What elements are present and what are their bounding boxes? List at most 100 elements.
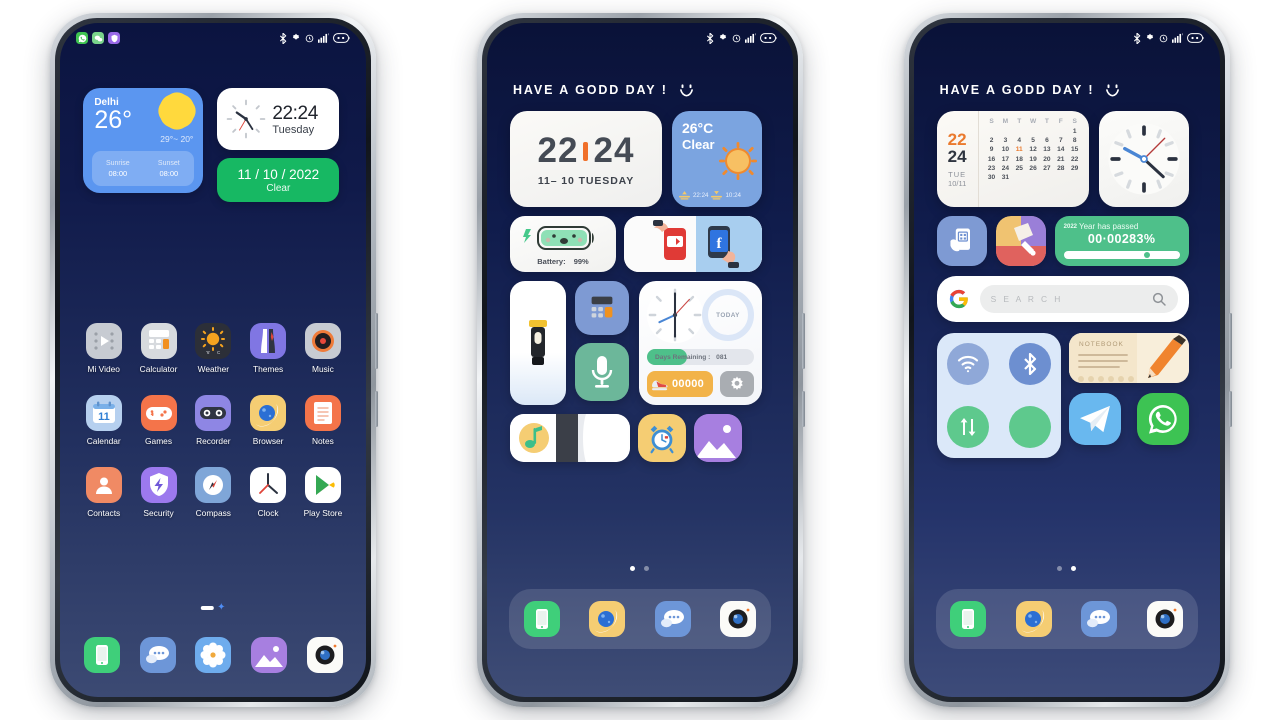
volume-button[interactable]: [375, 313, 379, 369]
calendar-day-cell[interactable]: 9: [985, 145, 999, 154]
step-counter[interactable]: 00000: [646, 371, 713, 397]
phone-manager-icon[interactable]: [84, 637, 121, 673]
calendar-day-cell[interactable]: 22: [1068, 155, 1082, 164]
themes-widget[interactable]: [995, 216, 1046, 266]
app-games[interactable]: Games: [131, 395, 186, 446]
home-drag-handle[interactable]: ✦: [201, 603, 226, 613]
camera-icon[interactable]: [720, 601, 757, 637]
date-widget[interactable]: 11 / 10 / 2022 Clear: [217, 158, 340, 202]
app-contacts[interactable]: Contacts: [76, 467, 131, 518]
calendar-day-cell[interactable]: 3: [998, 136, 1012, 145]
calendar-day-cell[interactable]: 10: [998, 145, 1012, 154]
social-shortcut-widget[interactable]: f: [623, 216, 762, 272]
calendar-day-cell[interactable]: 28: [1054, 164, 1068, 173]
page-indicator[interactable]: [914, 566, 1220, 571]
calendar-day-cell[interactable]: 16: [985, 155, 999, 164]
calendar-day-cell[interactable]: 23: [985, 164, 999, 173]
calendar-day-cell[interactable]: 26: [1026, 164, 1040, 173]
scanner-widget[interactable]: [936, 216, 987, 266]
app-play-store[interactable]: Play Store: [296, 467, 351, 518]
calendar-day-cell[interactable]: 4: [1012, 136, 1026, 145]
year-progress-track[interactable]: [1063, 251, 1180, 259]
camera-icon[interactable]: [306, 637, 343, 673]
app-mi-video[interactable]: Mi Video: [76, 323, 131, 374]
app-music[interactable]: Music: [296, 323, 351, 374]
music-widget[interactable]: [509, 414, 630, 462]
page-dot[interactable]: [630, 566, 636, 571]
calendar-day-cell[interactable]: 29: [1068, 164, 1082, 173]
clock-widget[interactable]: [1098, 111, 1189, 207]
calendar-day-cell[interactable]: 25: [1012, 164, 1026, 173]
calendar-day-cell[interactable]: 1: [1068, 127, 1082, 136]
calendar-day-cell[interactable]: 20: [1040, 155, 1054, 164]
calendar-day-cell[interactable]: 24: [998, 164, 1012, 173]
calendar-day-cell[interactable]: 5: [1026, 136, 1040, 145]
messages-icon[interactable]: [1081, 601, 1118, 637]
wifi-icon[interactable]: [946, 343, 989, 386]
page-dot[interactable]: [644, 566, 650, 571]
calendar-widget[interactable]: 22 24 TUE 10/11 SMTWTFS 1 2 3 4 5 6 7 8 9 10 11 12 1…: [936, 111, 1089, 207]
browser-icon[interactable]: [589, 601, 626, 637]
settings-icon[interactable]: [195, 637, 232, 673]
messages-icon[interactable]: [654, 601, 691, 637]
volume-button[interactable]: [1228, 313, 1232, 369]
calendar-day-cell[interactable]: 15: [1068, 145, 1082, 154]
gallery-widget[interactable]: [693, 414, 742, 462]
calendar-day-cell[interactable]: 7: [1054, 136, 1068, 145]
year-progress-knob[interactable]: [1144, 252, 1151, 258]
phone-manager-icon[interactable]: [523, 601, 560, 637]
calendar-day-cell[interactable]: 8: [1068, 136, 1082, 145]
app-compass[interactable]: Compass: [186, 467, 241, 518]
clock-widget[interactable]: 22:24 Tuesday: [217, 88, 340, 150]
calendar-day-cell[interactable]: 13: [1040, 145, 1054, 154]
notes-widget[interactable]: NOTEBOOK: [1068, 333, 1189, 383]
weather-widget[interactable]: Delhi 26° 29°~ 20° Sunrise 08:00 Sunset …: [83, 86, 204, 193]
app-calculator[interactable]: Calculator: [131, 323, 186, 374]
app-recorder[interactable]: Recorder: [186, 395, 241, 446]
page-dot[interactable]: [1057, 566, 1063, 571]
multi-widget-panel[interactable]: TODAY Days Remaining : 081 00000: [638, 281, 762, 405]
gallery-icon[interactable]: [250, 637, 287, 673]
app-security[interactable]: Security: [131, 467, 186, 518]
calendar-day-cell[interactable]: 6: [1040, 136, 1054, 145]
weather-widget[interactable]: 26°C Clear 22:24 10:24: [671, 111, 762, 207]
calendar-day-cell[interactable]: 30: [985, 173, 999, 182]
calendar-day-cell[interactable]: 12: [1026, 145, 1040, 154]
calendar-day-cell[interactable]: 18: [1012, 155, 1026, 164]
calendar-day-cell[interactable]: 14: [1054, 145, 1068, 154]
blank-toggle-icon[interactable]: [1008, 405, 1051, 448]
browser-icon[interactable]: [1015, 601, 1052, 637]
calendar-day-cell[interactable]: 17: [998, 155, 1012, 164]
app-browser[interactable]: Browser: [241, 395, 296, 446]
clock-widget[interactable]: 22 24 11– 10 TUESDAY: [509, 111, 662, 207]
search-icon[interactable]: [1151, 291, 1167, 307]
camera-icon[interactable]: [1146, 601, 1183, 637]
app-weather[interactable]: '6' C Weather: [186, 323, 241, 374]
phone-manager-icon[interactable]: [950, 601, 987, 637]
calculator-widget[interactable]: [574, 281, 629, 335]
app-calendar[interactable]: 11 Calendar: [76, 395, 131, 446]
calendar-day-cell[interactable]: 2: [985, 136, 999, 145]
messages-icon[interactable]: [139, 637, 176, 673]
app-themes[interactable]: Themes: [241, 323, 296, 374]
page-indicator[interactable]: [487, 566, 793, 571]
settings-button[interactable]: [719, 371, 754, 397]
alarm-widget[interactable]: [637, 414, 686, 462]
whatsapp-widget[interactable]: [1136, 393, 1189, 445]
search-input[interactable]: S E A R C H: [979, 285, 1178, 313]
power-button[interactable]: [375, 391, 379, 427]
calendar-day-cell[interactable]: 27: [1040, 164, 1054, 173]
mobile-data-icon[interactable]: [946, 405, 989, 448]
calendar-day-cell[interactable]: 31: [998, 173, 1012, 182]
recorder-widget[interactable]: [574, 343, 629, 401]
telegram-widget[interactable]: [1068, 393, 1121, 445]
app-clock[interactable]: Clock: [241, 467, 296, 518]
power-button[interactable]: [1228, 391, 1232, 427]
power-button[interactable]: [801, 391, 805, 427]
calendar-day-cell[interactable]: 19: [1026, 155, 1040, 164]
page-dot[interactable]: [1071, 566, 1077, 571]
app-notes[interactable]: Notes: [296, 395, 351, 446]
battery-widget[interactable]: Battery: 99%: [509, 216, 616, 272]
calendar-day-cell[interactable]: 21: [1054, 155, 1068, 164]
calendar-day-cell[interactable]: 11: [1012, 145, 1026, 154]
